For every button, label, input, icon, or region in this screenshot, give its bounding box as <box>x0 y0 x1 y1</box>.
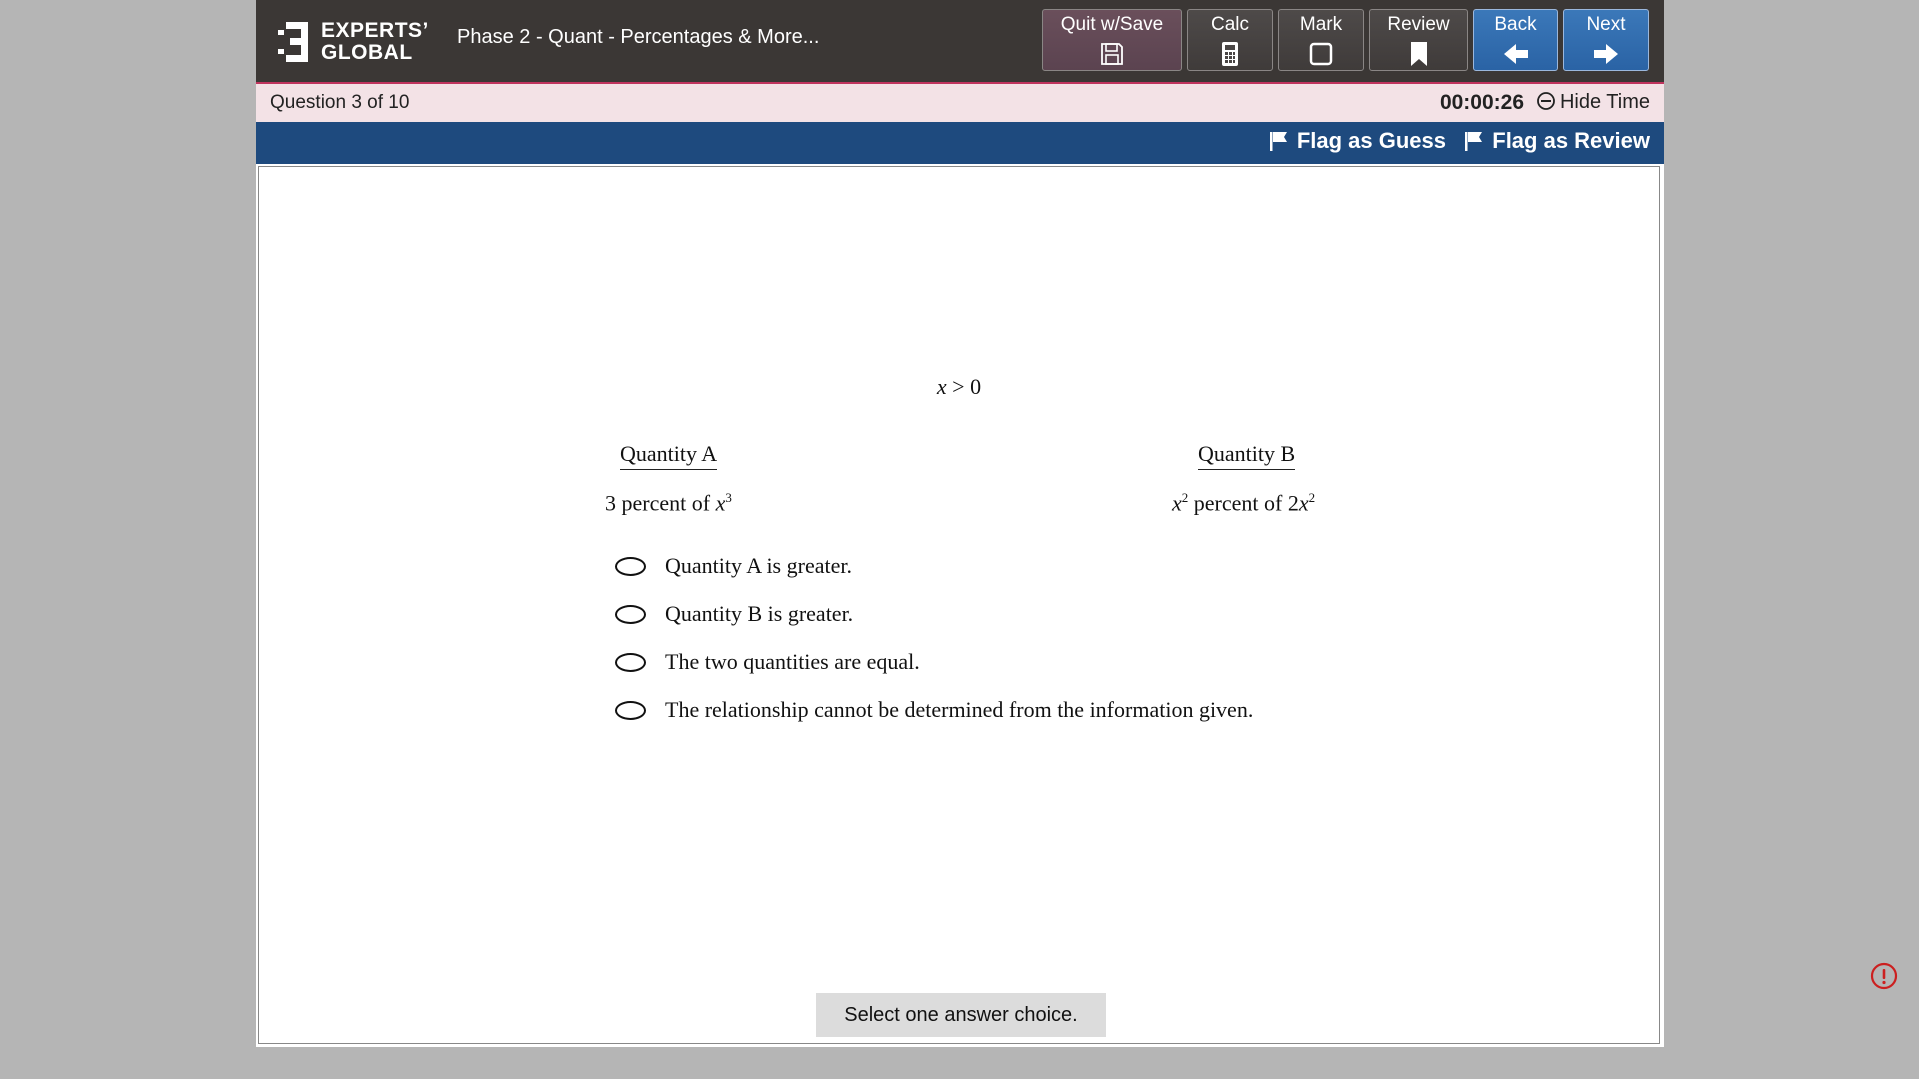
quantity-a-variable: x <box>715 490 726 516</box>
hide-time-button[interactable]: Hide Time <box>1536 91 1650 114</box>
question-content: x > 0 Quantity A Quantity B 3 percent of… <box>258 166 1660 1044</box>
condition-variable: x <box>936 374 947 399</box>
logo-mark-icon <box>278 22 308 62</box>
radio-button[interactable] <box>615 557 646 576</box>
condition-inequality: > 0 <box>946 374 982 399</box>
answer-choice-text: The two quantities are equal. <box>665 649 920 674</box>
save-icon <box>1101 43 1123 65</box>
quit-save-label: Quit w/Save <box>1060 14 1164 35</box>
answer-choice-text: The relationship cannot be determined fr… <box>665 697 1254 722</box>
bookmark-icon <box>1410 42 1427 66</box>
calc-label: Calc <box>1210 14 1249 35</box>
quantity-b-variable-1: x <box>1172 490 1182 516</box>
quantity-a-exponent: 3 <box>725 490 732 505</box>
exam-app: EXPERTS’ GLOBAL Phase 2 - Quant - Percen… <box>256 0 1664 1047</box>
quantity-a-heading: Quantity A <box>620 441 718 470</box>
question-condition: x > 0 <box>259 374 1659 400</box>
checkbox-icon <box>1309 42 1333 66</box>
quit-save-button[interactable]: Quit w/Save <box>1042 9 1182 71</box>
quantity-b-heading: Quantity B <box>1198 441 1296 470</box>
minus-circle-icon <box>1537 92 1555 110</box>
exclamation-circle-icon[interactable] <box>1870 962 1898 990</box>
logo-line-2: GLOBAL <box>321 41 413 64</box>
exam-title: Phase 2 - Quant - Percentages & More... <box>457 26 820 48</box>
question-bar: Question 3 of 10 00:00:26 Hide Time <box>256 84 1664 122</box>
timer: 00:00:26 <box>1439 91 1524 114</box>
logo-line-1: EXPERTS’ <box>321 19 429 42</box>
flag-as-review-label: Flag as Review <box>1492 128 1650 153</box>
answer-choice-text: Quantity A is greater. <box>665 553 852 578</box>
logo: EXPERTS’ GLOBAL <box>278 18 428 66</box>
radio-button[interactable] <box>615 605 646 624</box>
next-button[interactable]: Next <box>1563 9 1649 71</box>
arrow-right-icon <box>1594 44 1618 64</box>
flag-as-review-button[interactable]: Flag as Review <box>1464 128 1650 154</box>
next-label: Next <box>1586 14 1626 35</box>
review-label: Review <box>1387 14 1450 35</box>
arrow-left-icon <box>1503 44 1528 64</box>
top-toolbar: EXPERTS’ GLOBAL Phase 2 - Quant - Percen… <box>256 0 1664 84</box>
question-counter: Question 3 of 10 <box>270 92 410 113</box>
quantity-a-value: 3 percent of x3 <box>605 490 732 516</box>
quantity-b-exponent-2: 2 <box>1308 490 1316 505</box>
logo-text: EXPERTS’ GLOBAL <box>321 20 429 64</box>
calculator-icon <box>1222 42 1238 66</box>
mark-label: Mark <box>1299 14 1343 35</box>
flag-as-guess-button[interactable]: Flag as Guess <box>1269 128 1446 154</box>
answer-choice-text: Quantity B is greater. <box>665 601 854 626</box>
flag-as-guess-label: Flag as Guess <box>1296 128 1446 153</box>
quantity-a-prefix: 3 percent of <box>605 490 716 516</box>
quantity-b-value: x2 percent of 2x2 <box>1172 490 1315 516</box>
back-label: Back <box>1494 14 1537 35</box>
radio-button[interactable] <box>615 653 646 672</box>
flag-bar: Flag as Guess Flag as Review <box>256 122 1664 164</box>
quantity-b-middle: percent of 2 <box>1188 490 1299 516</box>
hide-time-label: Hide Time <box>1559 91 1650 113</box>
mark-button[interactable]: Mark <box>1278 9 1364 71</box>
review-button[interactable]: Review <box>1369 9 1468 71</box>
back-button[interactable]: Back <box>1473 9 1558 71</box>
calc-button[interactable]: Calc <box>1187 9 1273 71</box>
flag-icon <box>1465 132 1483 151</box>
flag-icon <box>1269 132 1287 151</box>
instruction-box: Select one answer choice. <box>816 993 1106 1037</box>
radio-button[interactable] <box>615 701 646 720</box>
quantity-b-variable-2: x <box>1298 490 1309 516</box>
